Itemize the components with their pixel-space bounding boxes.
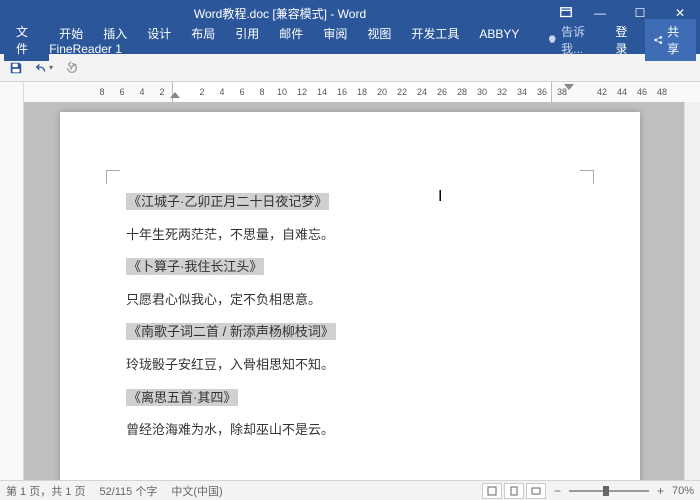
undo-button[interactable]: ▾	[34, 58, 54, 78]
right-indent-marker[interactable]	[564, 84, 574, 90]
document-line[interactable]: 《离思五首·其四》	[126, 384, 574, 413]
ribbon-tab-7[interactable]: 视图	[357, 23, 401, 45]
vertical-scrollbar[interactable]	[684, 102, 700, 480]
lightbulb-icon	[547, 34, 558, 46]
word-count[interactable]: 52/115 个字	[99, 483, 157, 499]
ribbon-tab-3[interactable]: 布局	[181, 23, 225, 45]
web-layout-button[interactable]	[526, 483, 546, 499]
file-tab[interactable]: 文件	[4, 19, 49, 61]
read-mode-button[interactable]	[482, 483, 502, 499]
tell-me-box[interactable]: 告诉我...	[541, 19, 608, 61]
undo-icon	[35, 61, 49, 75]
workspace: 《江城子·乙卯正月二十日夜记梦》十年生死两茫茫，不思量，自难忘。《卜算子·我住长…	[0, 102, 700, 480]
save-icon	[9, 61, 23, 75]
text-cursor-icon: I	[438, 188, 442, 206]
document-line[interactable]: 只愿君心似我心，定不负相思意。	[126, 286, 574, 315]
page-count[interactable]: 第 1 页，共 1 页	[6, 483, 85, 499]
document-line[interactable]: 《卜算子·我住长江头》	[126, 253, 574, 282]
document-area[interactable]: 《江城子·乙卯正月二十日夜记梦》十年生死两茫茫，不思量，自难忘。《卜算子·我住长…	[24, 102, 684, 480]
vertical-ruler[interactable]	[0, 102, 24, 480]
first-line-indent-marker[interactable]	[170, 92, 180, 98]
horizontal-ruler[interactable]: 8642246810121416182022242628303234363842…	[0, 82, 700, 102]
zoom-in-button[interactable]: +	[657, 484, 664, 498]
redo-button[interactable]	[62, 58, 82, 78]
login-button[interactable]: 登录	[607, 19, 644, 61]
ribbon-tab-5[interactable]: 邮件	[269, 23, 313, 45]
share-button[interactable]: 共享	[645, 19, 696, 61]
margin-corner-tl	[106, 170, 120, 184]
redo-icon	[65, 61, 79, 75]
ribbon-tab-4[interactable]: 引用	[225, 23, 269, 45]
ribbon-tab-8[interactable]: 开发工具	[401, 23, 469, 45]
share-icon	[653, 34, 663, 46]
ribbon-tab-6[interactable]: 审阅	[313, 23, 357, 45]
document-line[interactable]: 玲珑骰子安红豆，入骨相思知不知。	[126, 351, 574, 380]
ribbon-tabs: 文件 开始插入设计布局引用邮件审阅视图开发工具ABBYY FineReader …	[0, 26, 700, 54]
save-button[interactable]	[6, 58, 26, 78]
language-status[interactable]: 中文(中国)	[171, 483, 222, 499]
document-line[interactable]: 十年生死两茫茫，不思量，自难忘。	[126, 221, 574, 250]
view-buttons	[482, 483, 546, 499]
zoom-out-button[interactable]: −	[554, 484, 561, 498]
document-line[interactable]: 《江城子·乙卯正月二十日夜记梦》	[126, 188, 574, 217]
document-line[interactable]: 曾经沧海难为水，除却巫山不是云。	[126, 416, 574, 445]
zoom-level[interactable]: 70%	[672, 485, 694, 497]
zoom-slider[interactable]	[569, 490, 649, 492]
status-bar: 第 1 页，共 1 页 52/115 个字 中文(中国) − + 70%	[0, 480, 700, 500]
document-line[interactable]: 《南歌子词二首 / 新添声杨柳枝词》	[126, 318, 574, 347]
ribbon-tab-2[interactable]: 设计	[137, 23, 181, 45]
margin-corner-tr	[580, 170, 594, 184]
window-title: Word教程.doc [兼容模式] - Word	[8, 5, 552, 22]
page[interactable]: 《江城子·乙卯正月二十日夜记梦》十年生死两茫茫，不思量，自难忘。《卜算子·我住长…	[60, 112, 640, 480]
print-layout-button[interactable]	[504, 483, 524, 499]
